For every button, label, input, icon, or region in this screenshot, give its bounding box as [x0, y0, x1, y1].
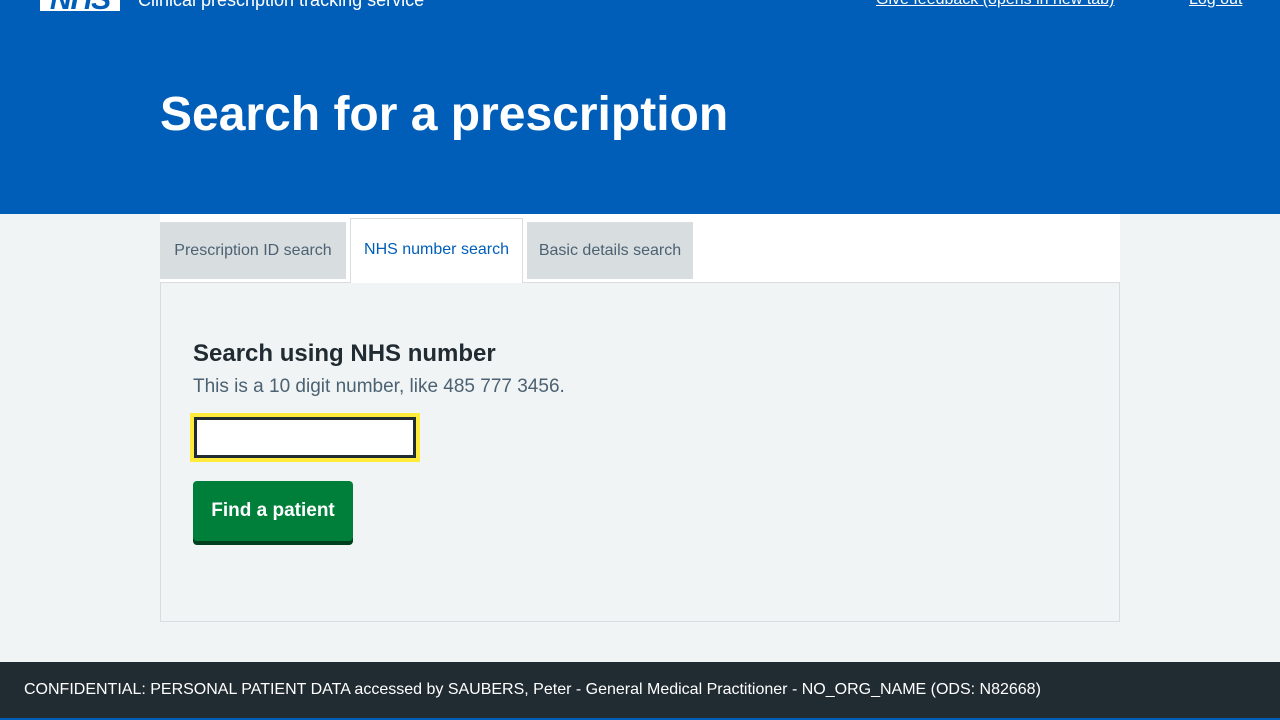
- search-heading: Search using NHS number: [193, 340, 496, 367]
- confidential-banner-text: CONFIDENTIAL: PERSONAL PATIENT DATA acce…: [24, 681, 1041, 698]
- search-tabs: Prescription ID search NHS number search…: [160, 214, 1120, 283]
- nhs-logo[interactable]: NHS: [40, 0, 120, 14]
- nhs-number-input[interactable]: [194, 417, 416, 458]
- site-header: NHS Clinical prescription tracking servi…: [0, 0, 1280, 214]
- nhs-number-hint: This is a 10 digit number, like 485 777 …: [193, 376, 565, 397]
- log-out-link[interactable]: Log out: [1189, 0, 1242, 11]
- confidential-banner: CONFIDENTIAL: PERSONAL PATIENT DATA acce…: [0, 662, 1280, 720]
- input-focus-ring: [190, 413, 420, 462]
- give-feedback-link[interactable]: Give feedback (opens in new tab): [876, 0, 1114, 11]
- find-a-patient-button[interactable]: Find a patient: [193, 481, 353, 541]
- tab-prescription-id-search[interactable]: Prescription ID search: [160, 222, 346, 279]
- nhs-number-search-panel: Search using NHS number This is a 10 dig…: [160, 282, 1120, 622]
- nhs-logo-text: NHS: [50, 0, 111, 15]
- page-title: Search for a prescription: [160, 88, 729, 141]
- tab-nhs-number-search[interactable]: NHS number search: [350, 218, 523, 283]
- tab-basic-details-search[interactable]: Basic details search: [527, 222, 693, 279]
- service-name[interactable]: Clinical prescription tracking service: [138, 0, 424, 11]
